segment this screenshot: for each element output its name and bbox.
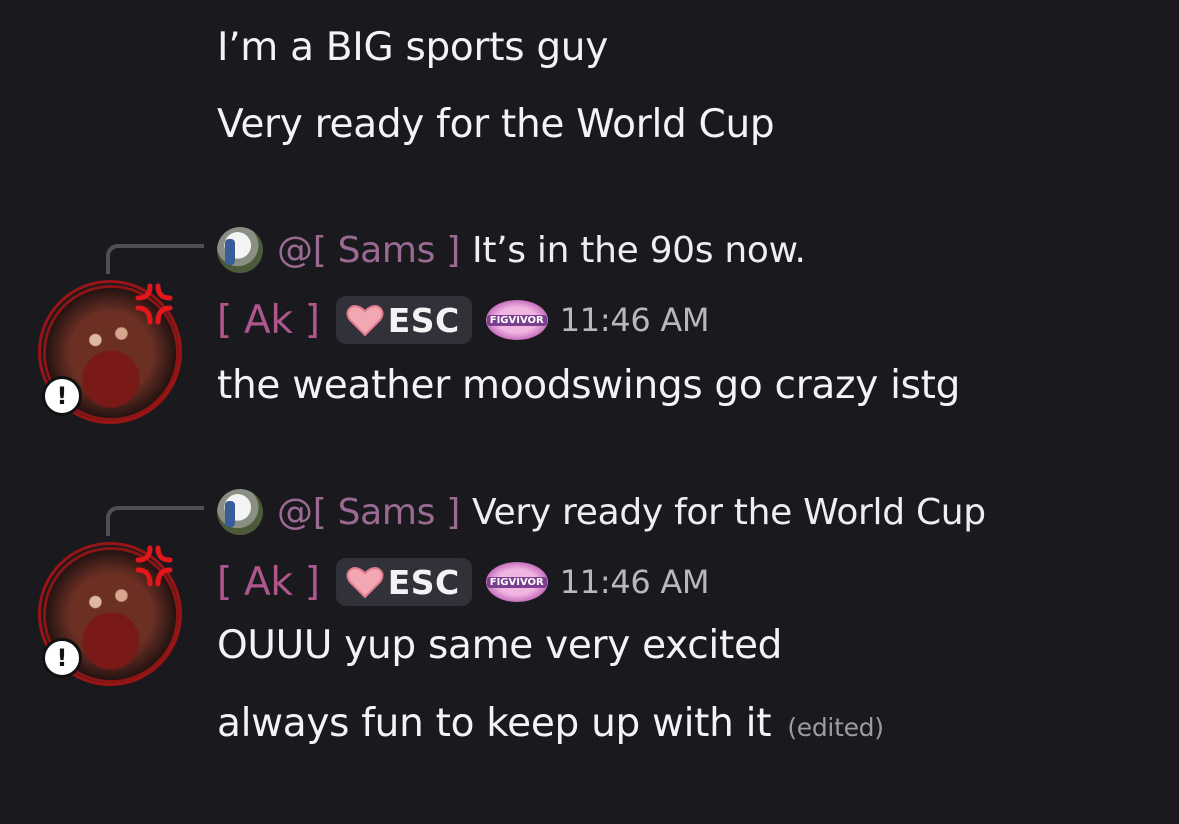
message-header: [ Ak ] ESC FIGVIVOR 11:46 AM — [217, 556, 710, 608]
tag-label: ESC — [387, 300, 460, 340]
heart-icon — [346, 567, 384, 599]
message-text: always fun to keep up with it — [217, 701, 772, 746]
message-text: Very ready for the World Cup — [217, 102, 775, 147]
role-badge[interactable]: FIGVIVOR — [485, 562, 548, 602]
reply-mention[interactable]: @[ Sams ] — [277, 492, 460, 533]
exclamation-icon: ! — [42, 376, 82, 416]
author-name[interactable]: [ Ak ] — [217, 298, 320, 343]
message-text-row: always fun to keep up with it (edited) — [217, 700, 884, 752]
heart-icon — [346, 305, 384, 337]
reply-avatar-icon[interactable] — [217, 227, 263, 273]
message-text: the weather moodswings go crazy istg — [217, 363, 961, 408]
reply-spine — [106, 506, 204, 536]
message-text: OUUU yup same very excited — [217, 623, 783, 668]
reply-preview[interactable]: @[ Sams ] Very ready for the World Cup — [217, 489, 986, 535]
reply-preview[interactable]: @[ Sams ] It’s in the 90s now. — [217, 227, 806, 273]
author-avatar[interactable]: ! — [36, 540, 182, 686]
role-badge[interactable]: FIGVIVOR — [485, 300, 548, 340]
message-text: I’m a BIG sports guy — [217, 25, 608, 70]
server-tag[interactable]: ESC — [335, 558, 472, 606]
reply-mention[interactable]: @[ Sams ] — [277, 230, 460, 271]
message-header: [ Ak ] ESC FIGVIVOR 11:46 AM — [217, 294, 710, 346]
reply-spine — [106, 244, 204, 274]
badge-label: FIGVIVOR — [486, 576, 547, 588]
reply-text[interactable]: It’s in the 90s now. — [472, 230, 806, 271]
anger-icon — [135, 283, 173, 325]
exclamation-icon: ! — [42, 638, 82, 678]
server-tag[interactable]: ESC — [335, 296, 472, 344]
author-name[interactable]: [ Ak ] — [217, 560, 320, 605]
timestamp[interactable]: 11:46 AM — [560, 301, 710, 339]
edited-label: (edited) — [787, 713, 884, 742]
reply-text[interactable]: Very ready for the World Cup — [472, 492, 986, 533]
reply-avatar-icon[interactable] — [217, 489, 263, 535]
badge-label: FIGVIVOR — [486, 314, 547, 326]
tag-label: ESC — [387, 562, 460, 602]
anger-icon — [135, 545, 173, 587]
author-avatar[interactable]: ! — [36, 278, 182, 424]
timestamp[interactable]: 11:46 AM — [560, 563, 710, 601]
